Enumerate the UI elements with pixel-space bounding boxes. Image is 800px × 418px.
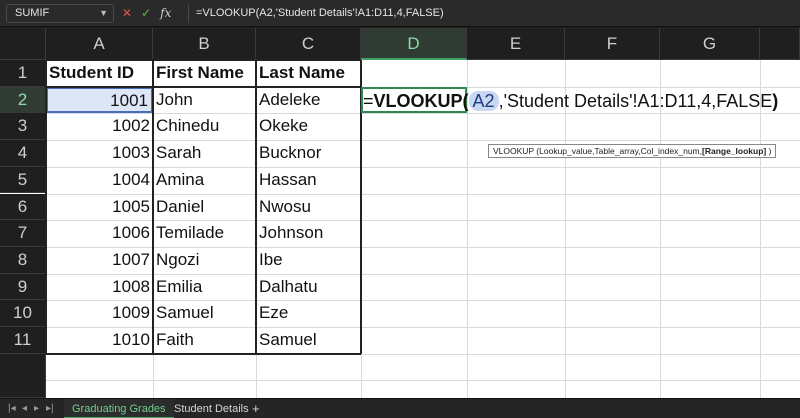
cell-edit-formula[interactable]: =VLOOKUP(A2 ,'Student Details'!A1:D11,4,F… [363,87,778,115]
formula-bar: SUMIF ▼ ✕ ✓ fx =VLOOKUP(A2,'Student Deta… [0,0,800,27]
enter-check-icon[interactable]: ✓ [141,4,151,23]
cancel-icon[interactable]: ✕ [122,4,132,23]
add-sheet-button[interactable]: + [252,399,260,418]
row-header-9[interactable]: 9 [0,273,46,301]
row-header-8[interactable]: 8 [0,246,46,274]
select-all-corner[interactable] [0,28,46,60]
function-tooltip: VLOOKUP (Lookup_value,Table_array,Col_in… [488,144,777,158]
first-sheet-icon[interactable]: |◂ [8,399,16,418]
formula-equals: = [363,91,374,111]
formula-arguments: ,'Student Details'!A1:D11,4,FALSE [498,91,773,111]
row-header-12[interactable] [0,353,46,398]
student-id-cell[interactable]: 1006 [46,220,153,247]
row-header-1[interactable]: 1 [0,60,46,87]
row-header-11[interactable]: 11 [0,327,46,354]
last-name-cell[interactable]: Ibe [256,247,361,274]
table-header-cell[interactable]: Student ID [46,60,153,87]
first-name-cell[interactable]: Daniel [153,194,256,221]
last-name-cell[interactable]: Nwosu [256,194,361,221]
tooltip-optional-arg: [Range_lookup] [702,146,767,156]
student-id-cell[interactable]: 1003 [46,140,153,167]
table-border-vertical [255,60,257,354]
tab-student-details[interactable]: Student Details [166,399,257,418]
first-name-cell[interactable]: Temilade [153,220,256,247]
last-name-cell[interactable]: Bucknor [256,140,361,167]
student-id-cell[interactable]: 1004 [46,167,153,194]
first-name-cell[interactable]: Chinedu [153,113,256,140]
last-sheet-icon[interactable]: ▸| [46,399,54,418]
sheet-tab-bar: |◂ ◂ ▸ ▸| Graduating Grades Student Deta… [0,398,800,418]
column-header-overflow[interactable] [760,28,800,60]
chevron-down-icon[interactable]: ▼ [99,5,108,22]
table-header-cell[interactable]: Last Name [256,60,361,87]
first-name-cell[interactable]: Sarah [153,140,256,167]
student-id-cell[interactable]: 1008 [46,274,153,301]
formula-function-name: VLOOKUP [373,91,463,111]
row-header-3[interactable]: 3 [0,113,46,141]
row-header-2[interactable]: 2 [0,86,46,114]
first-name-cell[interactable]: John [153,87,256,114]
table-header-cell[interactable]: First Name [153,60,256,87]
prev-sheet-icon[interactable]: ◂ [22,399,27,418]
tooltip-signature: VLOOKUP (Lookup_value,Table_array,Col_in… [493,146,703,156]
formula-open-paren: ( [462,91,469,111]
last-name-cell[interactable]: Hassan [256,167,361,194]
formula-bar-divider [188,4,189,23]
first-name-cell[interactable]: Emilia [153,274,256,301]
last-name-cell[interactable]: Johnson [256,220,361,247]
gridline-horizontal [46,380,800,382]
last-name-cell[interactable]: Okeke [256,113,361,140]
table-border-vertical [45,60,47,354]
column-header-b[interactable]: B [153,28,256,60]
last-name-cell[interactable]: Samuel [256,327,361,354]
student-id-cell[interactable]: 1010 [46,327,153,354]
row-header-5[interactable]: 5 [0,166,46,194]
column-header-d[interactable]: D [361,28,467,60]
table-border-vertical [152,60,154,354]
name-box[interactable]: SUMIF ▼ [6,4,114,23]
column-header-a[interactable]: A [46,28,153,60]
table-border-horizontal [46,352,361,355]
column-header-c[interactable]: C [256,28,361,60]
cell-area[interactable]: Student ID First Name Last Name 1001 John Ade… [45,59,800,398]
row-header-7[interactable]: 7 [0,220,46,247]
name-box-value: SUMIF [15,7,50,19]
row-header-10[interactable]: 10 [0,300,46,327]
tooltip-close: ) [766,146,772,156]
student-id-cell[interactable]: 1009 [46,300,153,327]
student-id-cell[interactable]: 1001 [46,86,153,114]
column-header-e[interactable]: E [467,28,565,60]
row-header-6[interactable]: 6 [0,193,46,221]
first-name-cell[interactable]: Samuel [153,300,256,327]
next-sheet-icon[interactable]: ▸ [34,399,39,418]
insert-function-icon[interactable]: fx [160,4,171,23]
tab-graduating-grades[interactable]: Graduating Grades [64,399,174,418]
table-border-horizontal [46,85,361,88]
column-header-g[interactable]: G [660,28,760,60]
column-header-f[interactable]: F [565,28,660,60]
row-header-4[interactable]: 4 [0,140,46,167]
first-name-cell[interactable]: Amina [153,167,256,194]
first-name-cell[interactable]: Ngozi [153,247,256,274]
student-id-cell[interactable]: 1005 [46,194,153,221]
table-border-horizontal [46,59,361,61]
formula-input[interactable]: =VLOOKUP(A2,'Student Details'!A1:D11,4,F… [196,4,444,23]
last-name-cell[interactable]: Adeleke [256,87,361,114]
student-id-cell[interactable]: 1007 [46,247,153,274]
last-name-cell[interactable]: Eze [256,300,361,327]
last-name-cell[interactable]: Dalhatu [256,274,361,301]
formula-reference-a2[interactable]: A2 [468,91,499,111]
formula-close-paren: ) [772,91,779,111]
student-id-cell[interactable]: 1002 [46,113,153,140]
spreadsheet-grid: ABCDEFG 1 2 3 4 5 6 7 8 9 10 11 Student ID First Na… [0,28,800,398]
first-name-cell[interactable]: Faith [153,327,256,354]
